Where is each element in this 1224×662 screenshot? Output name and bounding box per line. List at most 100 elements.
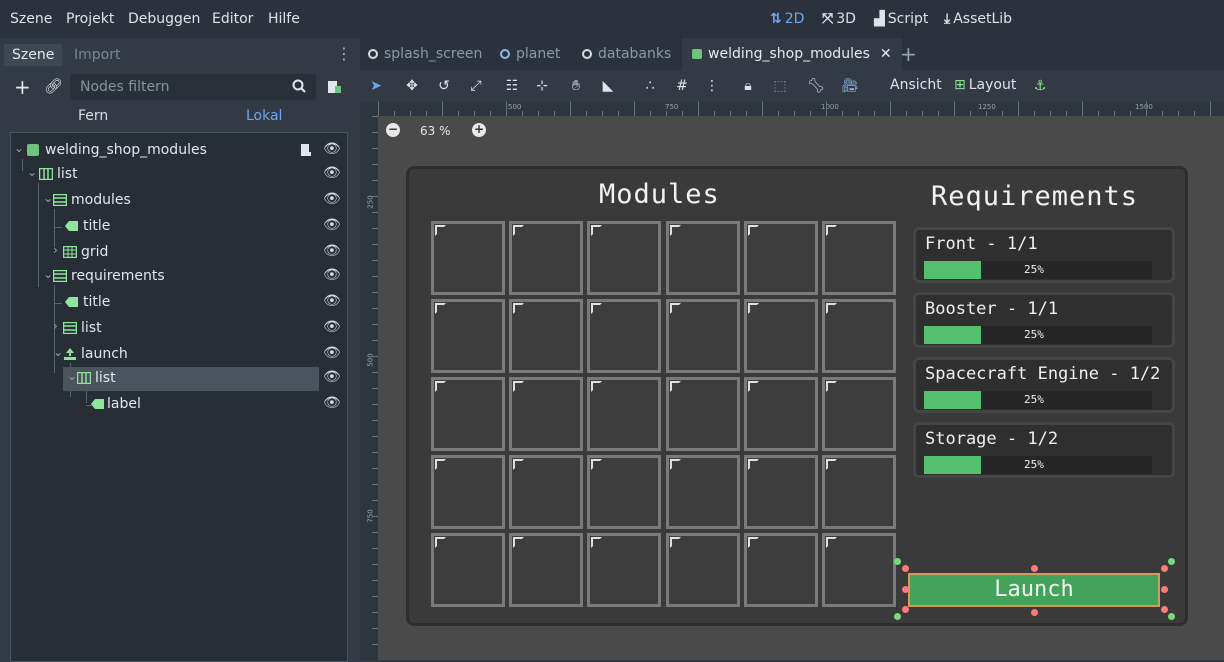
add-node-icon[interactable]: +: [14, 75, 31, 99]
visibility-eye-icon[interactable]: 👁︎: [323, 293, 341, 311]
menu-editor[interactable]: Editor: [212, 11, 253, 27]
visibility-eye-icon[interactable]: 👁︎: [323, 191, 341, 209]
lock-icon[interactable]: 🔒︎: [738, 76, 758, 96]
canvas-viewport[interactable]: − 63 % + Modules Requirements Front - 1/…: [378, 116, 1224, 660]
zoom-in-button[interactable]: +: [472, 123, 486, 137]
chevron-down-icon[interactable]: ⌄: [27, 165, 37, 179]
mode-3d-button[interactable]: ⤧ 3D: [822, 11, 856, 27]
selection-handle[interactable]: [1168, 613, 1175, 620]
module-slot[interactable]: [822, 455, 896, 529]
module-slot[interactable]: [509, 221, 584, 295]
selection-handle[interactable]: [894, 558, 901, 565]
visibility-eye-icon[interactable]: 👁︎: [323, 267, 341, 285]
module-slot[interactable]: [743, 377, 818, 451]
tree-item-title[interactable]: title 👁︎: [11, 215, 347, 239]
pivot-tool-icon[interactable]: ⊹: [532, 76, 552, 96]
tab-databanks[interactable]: databanks: [582, 38, 671, 70]
chevron-right-icon[interactable]: ›: [53, 243, 58, 257]
module-slot[interactable]: [587, 455, 662, 529]
module-slot[interactable]: [822, 533, 896, 607]
selection-handle[interactable]: [1161, 586, 1168, 593]
menu-szene[interactable]: Szene: [10, 11, 52, 27]
anchor-icon[interactable]: ⚓︎: [1030, 76, 1050, 96]
visibility-eye-icon[interactable]: 👁︎: [323, 165, 341, 183]
visibility-eye-icon[interactable]: 👁︎: [323, 345, 341, 363]
selection-handle[interactable]: [1031, 609, 1038, 616]
chevron-down-icon[interactable]: ⌄: [53, 345, 63, 359]
module-slot[interactable]: [431, 299, 505, 373]
visibility-eye-icon[interactable]: 👁︎: [323, 319, 341, 337]
scale-tool-icon[interactable]: ⤢: [466, 76, 486, 96]
module-slot[interactable]: [431, 455, 505, 529]
module-slot[interactable]: [743, 221, 818, 295]
dock-menu-icon[interactable]: ⋮: [336, 44, 352, 63]
add-tab-icon[interactable]: +: [900, 38, 917, 70]
selection-handle[interactable]: [902, 606, 909, 613]
module-slot[interactable]: [587, 299, 662, 373]
selection-handle[interactable]: [894, 613, 901, 620]
module-slot[interactable]: [509, 299, 584, 373]
selection-handle[interactable]: [902, 565, 909, 572]
pan-tool-icon[interactable]: ✋︎: [566, 76, 586, 96]
tree-item-modules[interactable]: ⌄ modules 👁︎: [11, 189, 347, 213]
ruler-tool-icon[interactable]: ◣: [598, 76, 618, 96]
selection-handle[interactable]: [1168, 558, 1175, 565]
tab-import[interactable]: Import: [66, 44, 128, 66]
module-slot[interactable]: [665, 377, 740, 451]
visibility-eye-icon[interactable]: 👁︎: [323, 141, 341, 159]
visibility-eye-icon[interactable]: 👁︎: [323, 395, 341, 413]
module-slot[interactable]: [822, 221, 896, 295]
group-icon[interactable]: ⬚: [770, 76, 790, 96]
attach-script-icon[interactable]: [326, 79, 342, 95]
nodes-filter-input[interactable]: [80, 78, 280, 96]
chevron-down-icon[interactable]: ⌄: [14, 141, 24, 155]
tree-item-list[interactable]: › list 👁︎: [11, 317, 347, 341]
module-slot[interactable]: [509, 455, 584, 529]
move-tool-icon[interactable]: ✥: [402, 76, 422, 96]
tab-scene[interactable]: Szene: [4, 44, 63, 66]
tree-item-label[interactable]: label 👁︎: [11, 393, 347, 417]
layout-menu-button[interactable]: ⊞ Layout: [954, 77, 1016, 93]
module-slot[interactable]: [509, 533, 584, 607]
module-slot[interactable]: [743, 533, 818, 607]
remote-toggle[interactable]: Fern: [78, 108, 108, 124]
tree-item-launch[interactable]: ⌄ launch 👁︎: [11, 343, 347, 367]
tree-item-list-selected[interactable]: ⌄ list 👁︎: [11, 367, 347, 391]
chevron-down-icon[interactable]: ⌄: [67, 369, 77, 383]
visibility-eye-icon[interactable]: 👁︎: [323, 369, 341, 387]
select-tool-icon[interactable]: ➤: [366, 76, 386, 96]
module-slot[interactable]: [665, 533, 740, 607]
list-select-icon[interactable]: ☷: [502, 76, 522, 96]
mode-assetlib-button[interactable]: ⤓ AssetLib: [944, 11, 1012, 27]
module-slot[interactable]: [431, 533, 505, 607]
local-toggle[interactable]: Lokal: [246, 108, 282, 124]
view-menu-button[interactable]: Ansicht: [890, 77, 942, 93]
selection-handle[interactable]: [1161, 606, 1168, 613]
selection-handle[interactable]: [902, 586, 909, 593]
module-slot[interactable]: [665, 221, 740, 295]
module-slot[interactable]: [665, 455, 740, 529]
module-slot[interactable]: [587, 533, 662, 607]
module-slot[interactable]: [822, 299, 896, 373]
launch-button[interactable]: Launch: [908, 573, 1160, 607]
bone-icon[interactable]: 🦴︎: [806, 76, 826, 96]
tree-item-grid[interactable]: › grid 👁︎: [11, 241, 347, 265]
zoom-out-button[interactable]: −: [386, 123, 400, 137]
camera-icon[interactable]: 🎥︎: [840, 76, 860, 96]
chevron-down-icon[interactable]: ⌄: [43, 191, 53, 205]
tree-item-title[interactable]: title 👁︎: [11, 291, 347, 315]
module-slot[interactable]: [431, 221, 505, 295]
module-slot[interactable]: [743, 299, 818, 373]
smart-snap-icon[interactable]: ∴: [640, 76, 660, 96]
selection-handle[interactable]: [1031, 565, 1038, 572]
script-icon[interactable]: [300, 143, 312, 157]
tree-item-welding-shop-modules[interactable]: ⌄ welding_shop_modules 👁︎: [11, 139, 347, 163]
mode-script-button[interactable]: ▟ Script: [874, 11, 928, 27]
chevron-down-icon[interactable]: ⌄: [43, 267, 53, 281]
menu-hilfe[interactable]: Hilfe: [268, 11, 300, 27]
tree-item-requirements[interactable]: ⌄ requirements 👁︎: [11, 265, 347, 289]
zoom-level[interactable]: 63 %: [420, 124, 451, 138]
more-options-icon[interactable]: ⋮: [702, 76, 722, 96]
visibility-eye-icon[interactable]: 👁︎: [323, 217, 341, 235]
menu-projekt[interactable]: Projekt: [66, 11, 114, 27]
